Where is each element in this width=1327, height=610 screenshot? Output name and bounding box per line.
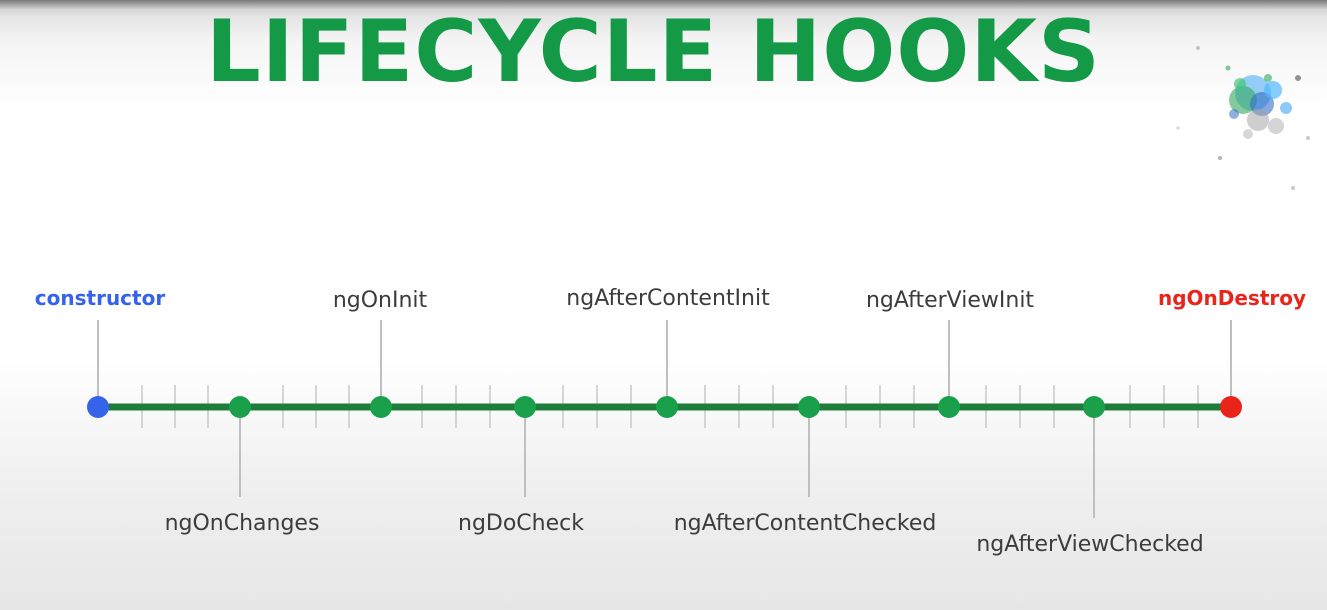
dot-ngdocheck xyxy=(514,396,536,418)
label-ngondestroy: ngOnDestroy xyxy=(1158,286,1306,310)
label-ngoninit: ngOnInit xyxy=(333,288,428,313)
label-ngaftercontentinit: ngAfterContentInit xyxy=(566,286,770,311)
dot-constructor xyxy=(87,396,109,418)
label-ngaftercontentchecked: ngAfterContentChecked xyxy=(674,511,937,536)
label-constructor: constructor xyxy=(35,286,166,310)
label-ngafterviewchecked: ngAfterViewChecked xyxy=(976,532,1203,557)
label-ngdocheck: ngDoCheck xyxy=(458,511,584,536)
timeline-connectors xyxy=(97,320,1232,518)
dot-ngonchanges xyxy=(229,396,251,418)
label-ngafterviewinit: ngAfterViewInit xyxy=(866,288,1034,313)
dot-ngaftercontentchecked xyxy=(798,396,820,418)
dot-ngondestroy xyxy=(1220,396,1242,418)
label-ngonchanges: ngOnChanges xyxy=(165,511,320,536)
lifecycle-timeline: constructor ngOnInit ngAfterContentInit … xyxy=(35,286,1306,557)
dot-ngafterviewinit xyxy=(938,396,960,418)
dot-ngoninit xyxy=(370,396,392,418)
dot-ngaftercontentinit xyxy=(656,396,678,418)
dot-ngafterviewchecked xyxy=(1083,396,1105,418)
